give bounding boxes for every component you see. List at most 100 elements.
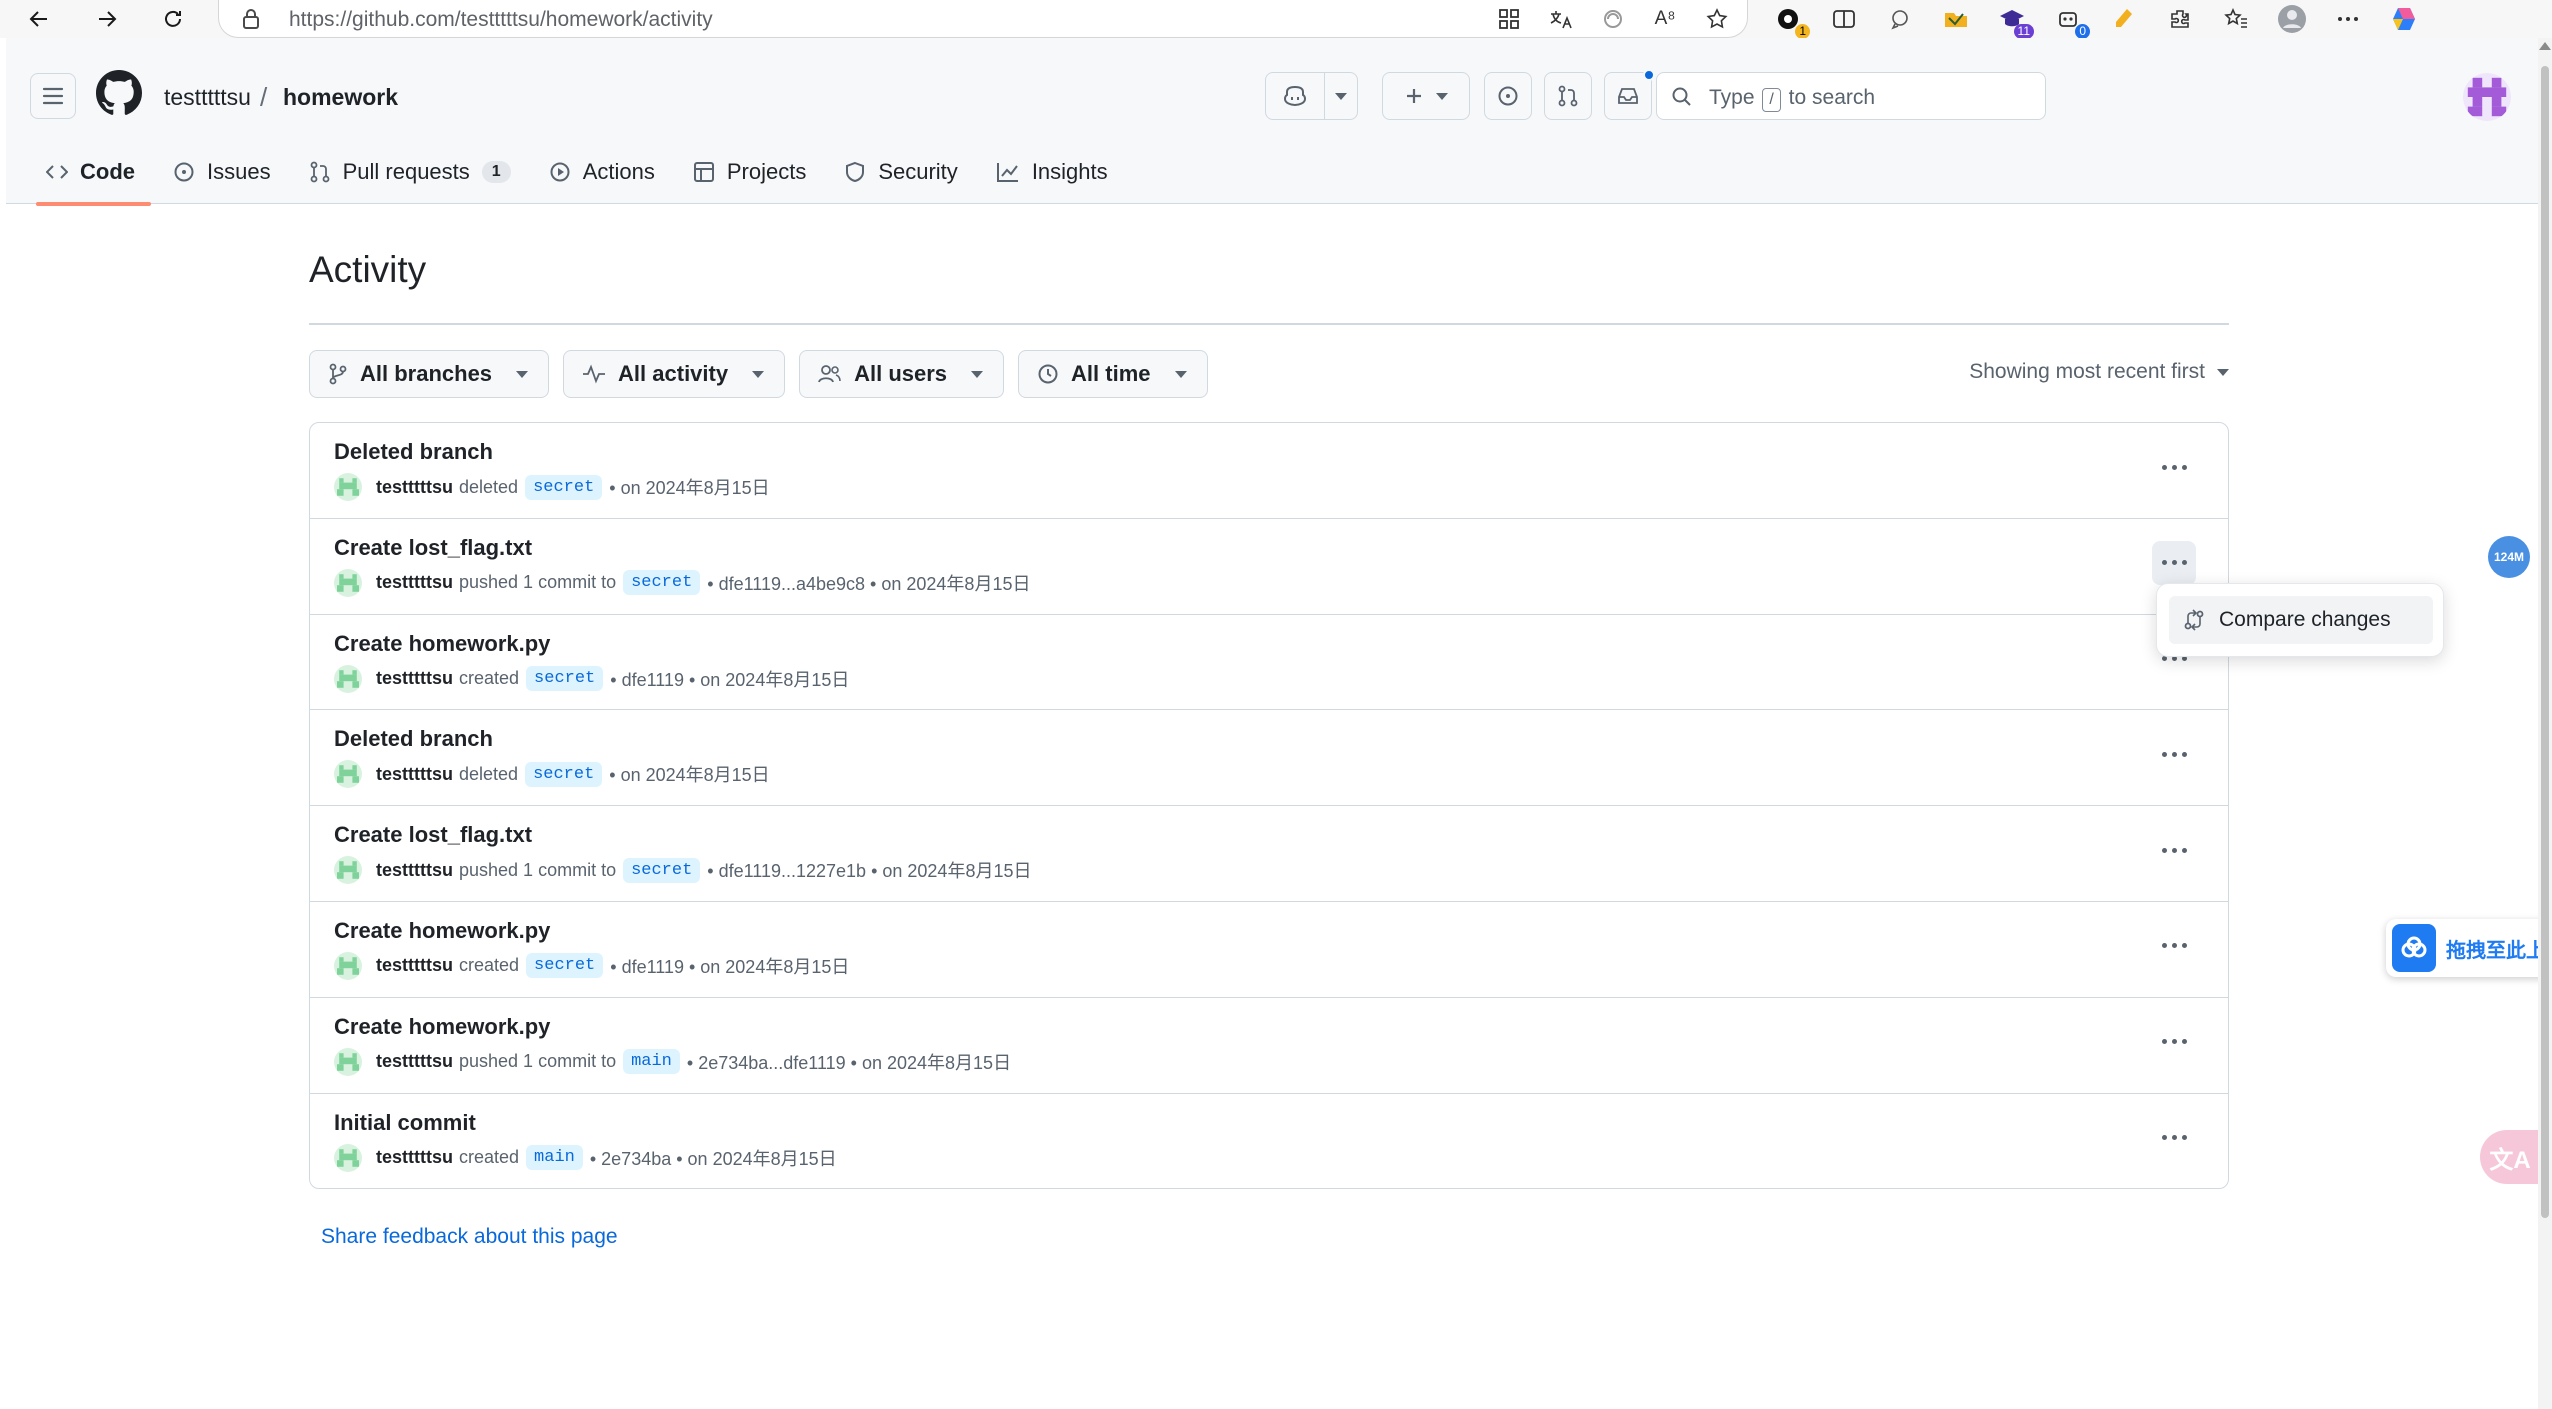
extension-copilot-icon[interactable]: 1 xyxy=(1768,4,1810,39)
branch-label[interactable]: secret xyxy=(623,570,701,596)
row-actions-button[interactable] xyxy=(2152,732,2196,776)
tab-pull-requests[interactable]: Pull requests 1 xyxy=(299,146,527,198)
branch-label[interactable]: secret xyxy=(623,857,701,883)
activity-title[interactable]: Initial commit xyxy=(334,1110,476,1136)
favorite-star-icon[interactable] xyxy=(1697,4,1737,34)
user-avatar[interactable] xyxy=(334,473,362,501)
user-avatar[interactable] xyxy=(334,664,362,693)
extension-pen-icon[interactable] xyxy=(2104,4,2144,34)
back-button[interactable] xyxy=(24,4,54,34)
extension-tabs-icon[interactable] xyxy=(1824,4,1864,34)
activity-user[interactable]: testttttsu xyxy=(376,572,453,593)
user-avatar[interactable] xyxy=(334,856,362,885)
read-aloud-icon[interactable]: A⁸ xyxy=(1645,4,1685,34)
refresh-button[interactable] xyxy=(158,4,188,34)
activity-title[interactable]: Create homework.py xyxy=(334,1014,550,1040)
activity-user[interactable]: testttttsu xyxy=(376,668,453,689)
activity-title[interactable]: Create lost_flag.txt xyxy=(334,535,532,561)
user-filter-button[interactable]: All users xyxy=(799,350,1005,398)
profile-avatar-icon[interactable] xyxy=(2272,4,2312,34)
tab-code[interactable]: Code xyxy=(36,146,151,206)
forward-button[interactable] xyxy=(92,4,122,34)
extensions-puzzle-icon[interactable] xyxy=(2160,4,2200,34)
row-actions-button[interactable] xyxy=(2152,540,2196,585)
chevron-down-icon xyxy=(1174,370,1187,378)
user-avatar[interactable] xyxy=(334,1047,362,1076)
lock-icon[interactable] xyxy=(241,8,261,30)
issues-button[interactable] xyxy=(1484,72,1532,120)
breadcrumb-repo[interactable]: homework xyxy=(283,84,398,111)
branch-label[interactable]: secret xyxy=(526,953,604,979)
activity-filter-button[interactable]: All activity xyxy=(563,350,786,398)
activity-row: Create lost_flag.txt testttttsu pushed 1… xyxy=(310,806,2228,902)
activity-detail: • dfe1119 • on 2024年8月15日 xyxy=(610,669,850,690)
create-new-button[interactable] xyxy=(1382,72,1470,120)
inbox-button[interactable] xyxy=(1604,69,1655,120)
user-avatar[interactable] xyxy=(334,1143,362,1172)
activity-title[interactable]: Deleted branch xyxy=(334,439,493,465)
memory-usage-badge[interactable]: 124M xyxy=(2488,536,2530,578)
tab-projects-label: Projects xyxy=(726,159,807,184)
extension-graduation-icon[interactable]: 11 xyxy=(1992,4,2034,39)
branch-filter-label: All branches xyxy=(360,361,493,386)
branch-label[interactable]: main xyxy=(526,1145,583,1171)
scroll-up-arrow-icon[interactable] xyxy=(2539,42,2551,50)
scrollbar-thumb[interactable] xyxy=(2541,66,2549,1218)
activity-title[interactable]: Create lost_flag.txt xyxy=(334,822,532,848)
breadcrumb-owner[interactable]: testttttsu xyxy=(164,84,251,111)
extension-folder-icon[interactable] xyxy=(1936,4,1976,34)
activity-title[interactable]: Deleted branch xyxy=(334,726,493,752)
url-text[interactable]: https://github.com/testttttsu/homework/a… xyxy=(289,8,713,32)
activity-user[interactable]: testttttsu xyxy=(376,955,453,976)
apps-icon[interactable] xyxy=(1489,4,1529,34)
branch-filter-button[interactable]: All branches xyxy=(309,350,550,398)
translate-widget[interactable]: 文A xyxy=(2480,1130,2540,1184)
share-feedback-link[interactable]: Share feedback about this page xyxy=(321,1225,618,1249)
user-avatar[interactable] xyxy=(334,760,362,789)
activity-user[interactable]: testttttsu xyxy=(376,860,453,881)
activity-title[interactable]: Create homework.py xyxy=(334,631,550,657)
time-filter-button[interactable]: All time xyxy=(1018,350,1208,398)
branch-label[interactable]: secret xyxy=(525,474,603,500)
activity-user[interactable]: testttttsu xyxy=(376,764,453,785)
user-avatar[interactable] xyxy=(2463,73,2511,121)
tab-issues[interactable]: Issues xyxy=(163,146,287,198)
menu-button[interactable] xyxy=(30,73,76,119)
translate-page-icon[interactable] xyxy=(1541,4,1581,34)
extension-robot-icon[interactable]: 0 xyxy=(2048,4,2090,39)
branch-label[interactable]: main xyxy=(623,1049,680,1075)
activity-title[interactable]: Create homework.py xyxy=(334,918,550,944)
tab-actions[interactable]: Actions xyxy=(539,146,671,198)
row-actions-button[interactable] xyxy=(2152,1116,2196,1160)
activity-user[interactable]: testttttsu xyxy=(376,1051,453,1072)
search-input[interactable]: Type / to search xyxy=(1656,72,2046,120)
compare-changes-menu-item[interactable]: Compare changes xyxy=(2169,596,2433,644)
tab-insights[interactable]: Insights xyxy=(986,146,1124,198)
more-menu-icon[interactable] xyxy=(2328,4,2368,34)
user-avatar[interactable] xyxy=(334,568,362,597)
copilot-sidebar-icon[interactable] xyxy=(2384,4,2424,34)
row-actions-button[interactable] xyxy=(2152,445,2196,489)
user-avatar[interactable] xyxy=(334,951,362,980)
address-bar[interactable]: https://github.com/testttttsu/homework/a… xyxy=(218,0,1748,38)
github-logo-icon[interactable] xyxy=(96,70,142,116)
tab-actions-label: Actions xyxy=(582,159,655,184)
activity-user[interactable]: testttttsu xyxy=(376,477,453,498)
extension-chat-icon[interactable] xyxy=(1880,4,1920,34)
branch-label[interactable]: secret xyxy=(526,666,604,692)
row-actions-button[interactable] xyxy=(2152,924,2196,968)
activity-action: pushed 1 commit to xyxy=(459,572,617,593)
pull-requests-button[interactable] xyxy=(1544,72,1592,120)
favorites-icon[interactable] xyxy=(2216,4,2256,34)
sort-order-button[interactable]: Showing most recent first xyxy=(1969,360,2229,384)
row-actions-button[interactable] xyxy=(2152,828,2196,872)
copilot-button[interactable] xyxy=(1265,72,1325,120)
drag-upload-widget[interactable]: 拖拽至此上 xyxy=(2386,919,2546,977)
tracking-prevention-icon[interactable] xyxy=(1593,4,1633,34)
branch-label[interactable]: secret xyxy=(525,761,603,787)
row-actions-button[interactable] xyxy=(2152,1020,2196,1064)
activity-user[interactable]: testttttsu xyxy=(376,1147,453,1168)
tab-projects[interactable]: Projects xyxy=(683,146,822,198)
copilot-dropdown-button[interactable] xyxy=(1324,72,1358,120)
tab-security[interactable]: Security xyxy=(834,146,973,198)
